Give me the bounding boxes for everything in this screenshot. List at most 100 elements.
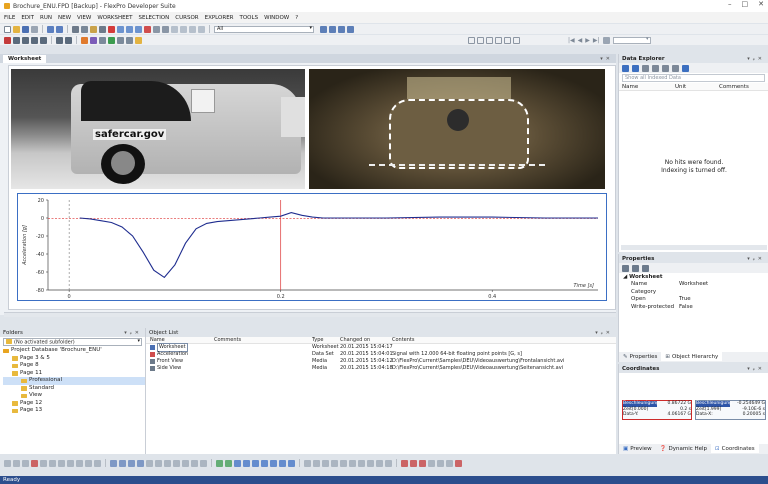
new-file-icon[interactable]	[4, 25, 11, 33]
layout3-icon[interactable]	[31, 36, 38, 44]
de-view-icon[interactable]	[672, 64, 679, 72]
draw-tool-icon[interactable]	[40, 459, 47, 467]
worksheet-icon[interactable]	[4, 36, 11, 44]
tab-properties[interactable]: ✎ Properties	[619, 352, 661, 361]
formula-icon[interactable]	[81, 36, 88, 44]
layout2-icon[interactable]	[22, 36, 29, 44]
ol-close-icon[interactable]: ✕	[606, 330, 613, 336]
categorized-icon[interactable]	[632, 264, 639, 272]
draw-tool-icon[interactable]	[146, 459, 153, 467]
draw-tool-icon[interactable]	[225, 459, 232, 467]
de-col-unit[interactable]: Unit	[675, 84, 719, 90]
first-page-icon[interactable]: |◀	[568, 37, 575, 44]
folder-item[interactable]: Page 8	[3, 362, 145, 370]
draw-tool-icon[interactable]	[76, 459, 83, 467]
menu-view[interactable]: VIEW	[77, 15, 91, 21]
table-row[interactable]: Worksheet Worksheet 20.01.2015 15:04:17	[146, 343, 616, 352]
menu-help[interactable]: ?	[295, 15, 298, 21]
draw-tool-icon[interactable]	[22, 459, 29, 467]
win-tile3-icon[interactable]	[486, 36, 493, 44]
side-view-video[interactable]: safercar.gov	[11, 69, 305, 189]
last-page-icon[interactable]: ▶|	[593, 37, 600, 44]
win-tile6-icon[interactable]	[513, 36, 520, 44]
menu-run[interactable]: RUN	[40, 15, 52, 21]
print-icon[interactable]	[31, 25, 38, 33]
draw-tool-icon[interactable]	[128, 459, 135, 467]
de-col-comments[interactable]: Comments	[719, 84, 749, 90]
draw-tool-icon[interactable]	[437, 459, 444, 467]
folder-item[interactable]: Project Database 'Brochure_ENU'	[3, 347, 145, 355]
close-icon[interactable]: ✕	[758, 0, 764, 8]
redo-icon[interactable]	[56, 25, 63, 33]
page2-icon[interactable]	[65, 36, 72, 44]
draw-tool-icon[interactable]	[455, 459, 462, 467]
folder-item[interactable]: Page 11	[3, 370, 145, 378]
de-col-name[interactable]: Name	[619, 84, 675, 90]
toolbar-doc2-icon[interactable]	[126, 25, 133, 33]
draw-tool-icon[interactable]	[49, 459, 56, 467]
de-back-icon[interactable]	[642, 64, 649, 72]
coord-close-icon[interactable]: ✕	[758, 366, 765, 372]
folder-item[interactable]: Professional	[3, 377, 145, 385]
toolbar-doc-icon[interactable]	[117, 25, 124, 33]
tab-preview[interactable]: ▣ Preview	[619, 444, 656, 453]
menu-explorer[interactable]: EXPLORER	[205, 15, 234, 21]
find-icon[interactable]	[99, 25, 106, 33]
grid-view-icon[interactable]	[320, 25, 327, 33]
draw-tool-icon[interactable]	[322, 459, 329, 467]
draw-tool-icon[interactable]	[270, 459, 277, 467]
draw-tool-icon[interactable]	[234, 459, 241, 467]
columns-view-icon[interactable]	[338, 25, 345, 33]
property-row[interactable]: Category	[619, 289, 768, 297]
de-new-icon[interactable]	[622, 64, 629, 72]
toolbar-pdf-icon[interactable]	[144, 25, 151, 33]
open-folder-icon[interactable]	[13, 25, 20, 33]
table-row[interactable]: Front View Media 20.01.2015 15:04:12 D:\Fle…	[146, 358, 616, 365]
menu-edit[interactable]: EDIT	[21, 15, 34, 21]
table-view-icon[interactable]	[329, 25, 336, 33]
toolbar-gray2-icon[interactable]	[180, 25, 187, 33]
folder-item[interactable]: View	[3, 392, 145, 400]
next-page-icon[interactable]: ▶	[585, 37, 590, 44]
tab-worksheet[interactable]: Worksheet	[3, 54, 47, 63]
draw-tool-icon[interactable]	[261, 459, 268, 467]
property-pages-icon[interactable]	[642, 264, 649, 272]
undo-icon[interactable]	[47, 25, 54, 33]
zoom-icon[interactable]	[162, 25, 169, 33]
draw-tool-icon[interactable]	[4, 459, 11, 467]
list-view-icon[interactable]	[347, 25, 354, 33]
draw-tool-icon[interactable]	[191, 459, 198, 467]
acceleration-chart[interactable]: 20 0 -20 -40 -60 -80 0 0.2 0.4 Acceleration [g] Ti…	[17, 193, 607, 301]
toolbar-gray3-icon[interactable]	[189, 25, 196, 33]
object-filter-combo[interactable]: All	[214, 25, 314, 33]
draw-tool-icon[interactable]	[67, 459, 74, 467]
prop-close-icon[interactable]: ✕	[758, 256, 765, 262]
folder-item[interactable]: Standard	[3, 385, 145, 393]
draw-tool-icon[interactable]	[164, 459, 171, 467]
draw-tool-icon[interactable]	[137, 459, 144, 467]
draw-tool-icon[interactable]	[340, 459, 347, 467]
draw-tool-icon[interactable]	[428, 459, 435, 467]
tab-object-hierarchy[interactable]: ⊞ Object Hierarchy	[661, 352, 723, 361]
win-tile2-icon[interactable]	[477, 36, 484, 44]
menu-tools[interactable]: TOOLS	[239, 15, 258, 21]
draw-tool-icon[interactable]	[385, 459, 392, 467]
layout-icon[interactable]	[13, 36, 20, 44]
draw-tool-icon[interactable]	[367, 459, 374, 467]
draw-tool-icon[interactable]	[331, 459, 338, 467]
draw-tool-icon[interactable]	[182, 459, 189, 467]
minimize-icon[interactable]: –	[728, 0, 732, 8]
draw-tool-icon[interactable]	[304, 459, 311, 467]
folders-close-icon[interactable]: ✕	[135, 330, 142, 336]
draw-tool-icon[interactable]	[288, 459, 295, 467]
draw-tool-icon[interactable]	[173, 459, 180, 467]
draw-tool-icon[interactable]	[216, 459, 223, 467]
text-icon[interactable]	[126, 36, 133, 44]
draw-tool-icon[interactable]	[155, 459, 162, 467]
worksheet-scrollbar[interactable]	[4, 312, 616, 317]
tab-dynamic-help[interactable]: ❓ Dynamic Help	[656, 444, 711, 453]
property-row[interactable]: Open True	[619, 296, 768, 304]
draw-tool-icon[interactable]	[401, 459, 408, 467]
de-settings-icon[interactable]	[682, 64, 689, 72]
folder-item[interactable]: Page 12	[3, 400, 145, 408]
